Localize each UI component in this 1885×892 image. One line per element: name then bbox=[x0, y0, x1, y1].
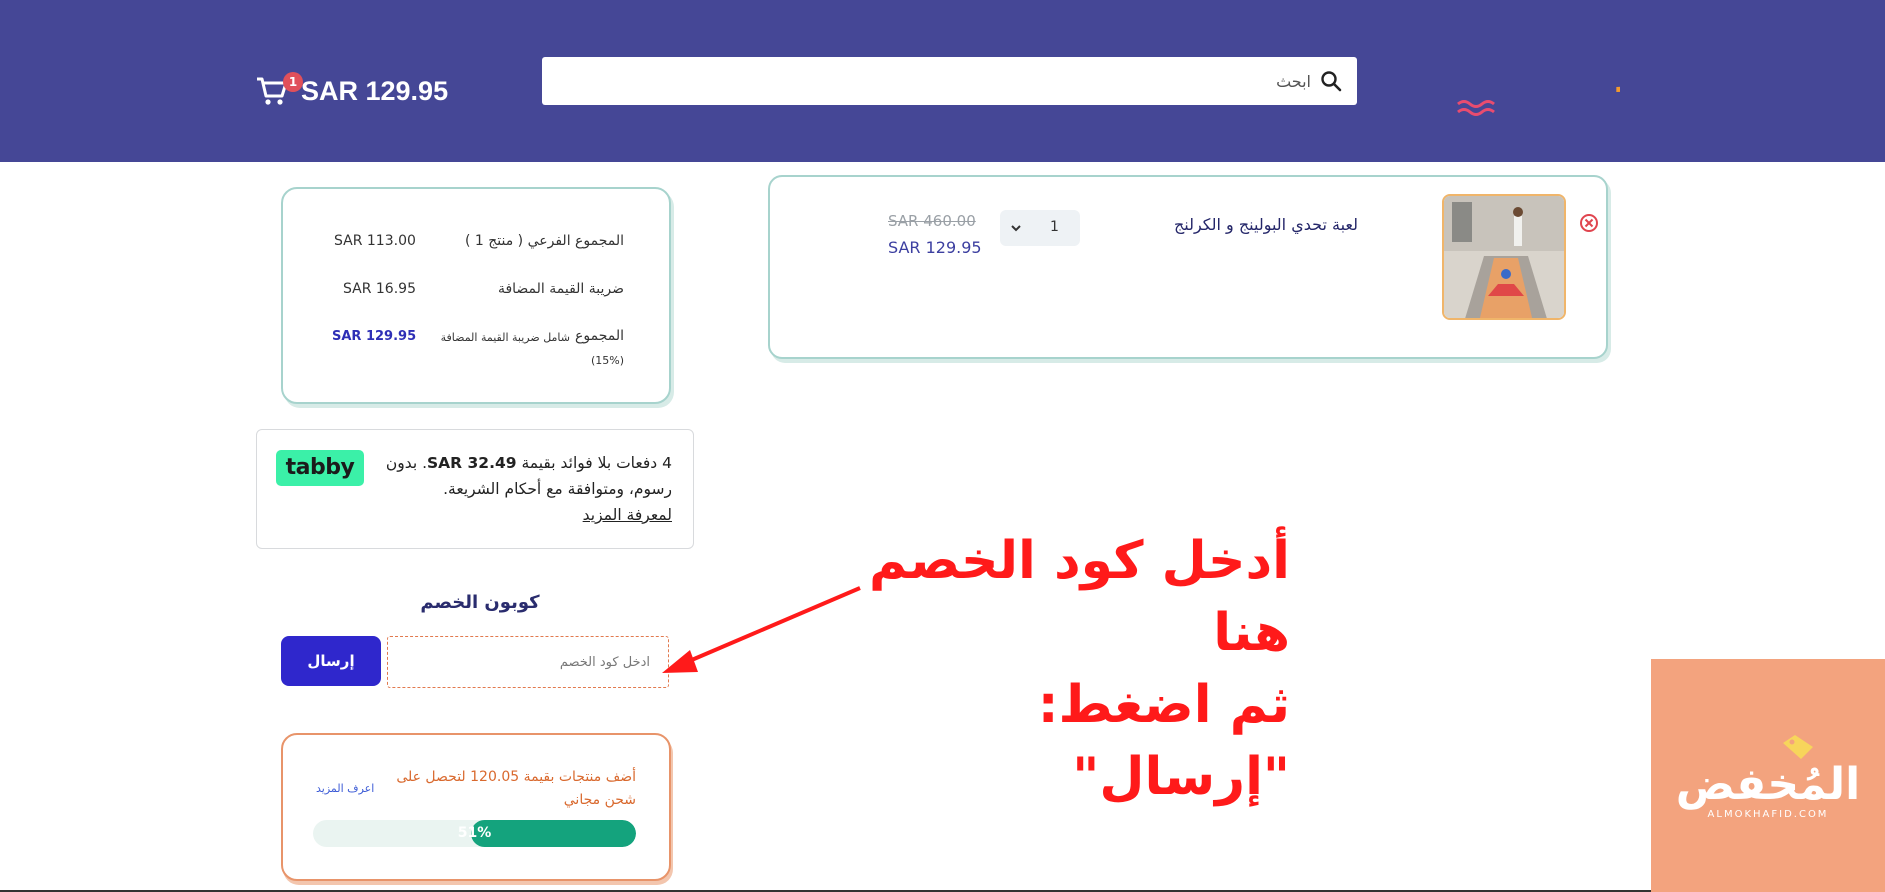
watermark-badge: المُخفض ALMOKHAFID.COM bbox=[1651, 659, 1885, 892]
quantity-value: 1 bbox=[1050, 219, 1059, 235]
tabby-learn-more-link[interactable]: لمعرفة المزيد bbox=[583, 506, 672, 524]
cart-icon-wrap[interactable]: 1 bbox=[255, 72, 303, 108]
total-vat-note: شامل ضريبة القيمة المضافة bbox=[440, 331, 570, 344]
coupon-code-input[interactable] bbox=[387, 636, 669, 688]
subtotal-label: المجموع الفرعي ( منتج 1 ) bbox=[464, 233, 624, 249]
cart-summary-button[interactable]: 1 SAR 129.95 bbox=[255, 66, 448, 116]
search-icon[interactable] bbox=[1319, 69, 1343, 93]
free-shipping-message: أضف منتجات بقيمة 120.05 لتحصل على شحن مج… bbox=[396, 769, 636, 808]
cart-page: الصغير البيت 1 SAR 129.95 bbox=[0, 0, 1885, 892]
svg-text:البيت: البيت bbox=[1618, 79, 1620, 126]
tabby-message: 4 دفعات بلا فوائد بقيمة SAR 32.49. بدون … bbox=[370, 450, 672, 528]
remove-item-icon[interactable] bbox=[1579, 213, 1599, 233]
search-bar bbox=[542, 57, 1357, 105]
shipping-learn-more-link[interactable]: اعرف المزيد bbox=[316, 782, 374, 795]
tabby-logo: tabby bbox=[276, 450, 364, 486]
annotation-text: أدخل كود الخصم هنا ثم اضغط: "إرسال" bbox=[860, 525, 1290, 813]
price-tag-icon bbox=[1783, 735, 1813, 759]
tabby-amount: SAR 32.49 bbox=[427, 454, 517, 472]
original-price: SAR 460.00 bbox=[888, 212, 976, 230]
store-logo[interactable]: الصغير البيت bbox=[1450, 38, 1750, 128]
progress-label: 51% bbox=[457, 825, 492, 841]
annotation-line-2: ثم اضغط: "إرسال" bbox=[1037, 675, 1290, 807]
vat-label: ضريبة القيمة المضافة bbox=[497, 281, 624, 297]
store-logo-icon: الصغير البيت bbox=[1457, 46, 1750, 128]
total-value: SAR 129.95 bbox=[332, 329, 417, 344]
watermark-brand: المُخفض bbox=[1675, 759, 1861, 810]
quantity-select[interactable]: 1 bbox=[1000, 210, 1080, 246]
cart-total: SAR 129.95 bbox=[301, 75, 449, 106]
search-input[interactable] bbox=[571, 57, 1311, 105]
subtotal-value: SAR 113.00 bbox=[334, 233, 416, 249]
cart-count-badge: 1 bbox=[283, 72, 303, 92]
product-image[interactable] bbox=[1442, 194, 1566, 320]
vat-value: SAR 16.95 bbox=[343, 281, 416, 297]
free-shipping-progress: 51% bbox=[313, 820, 636, 847]
product-name[interactable]: لعبة تحدي البولينج و الكرلنج bbox=[1160, 212, 1358, 237]
total-vat-percent: (15%) bbox=[590, 354, 624, 367]
site-header: الصغير البيت 1 SAR 129.95 bbox=[0, 0, 1885, 162]
coupon-submit-button[interactable]: إرسال bbox=[281, 636, 381, 686]
watermark-domain: ALMOKHAFID.COM bbox=[1707, 809, 1829, 820]
tabby-line-prefix: 4 دفعات بلا فوائد بقيمة bbox=[516, 454, 672, 472]
annotation-line-1: أدخل كود الخصم هنا bbox=[869, 531, 1290, 663]
chevron-down-icon bbox=[1011, 225, 1021, 232]
sale-price: SAR 129.95 bbox=[888, 238, 982, 257]
coupon-title: كوبون الخصم bbox=[420, 592, 540, 613]
product-photo-icon bbox=[1444, 196, 1564, 318]
